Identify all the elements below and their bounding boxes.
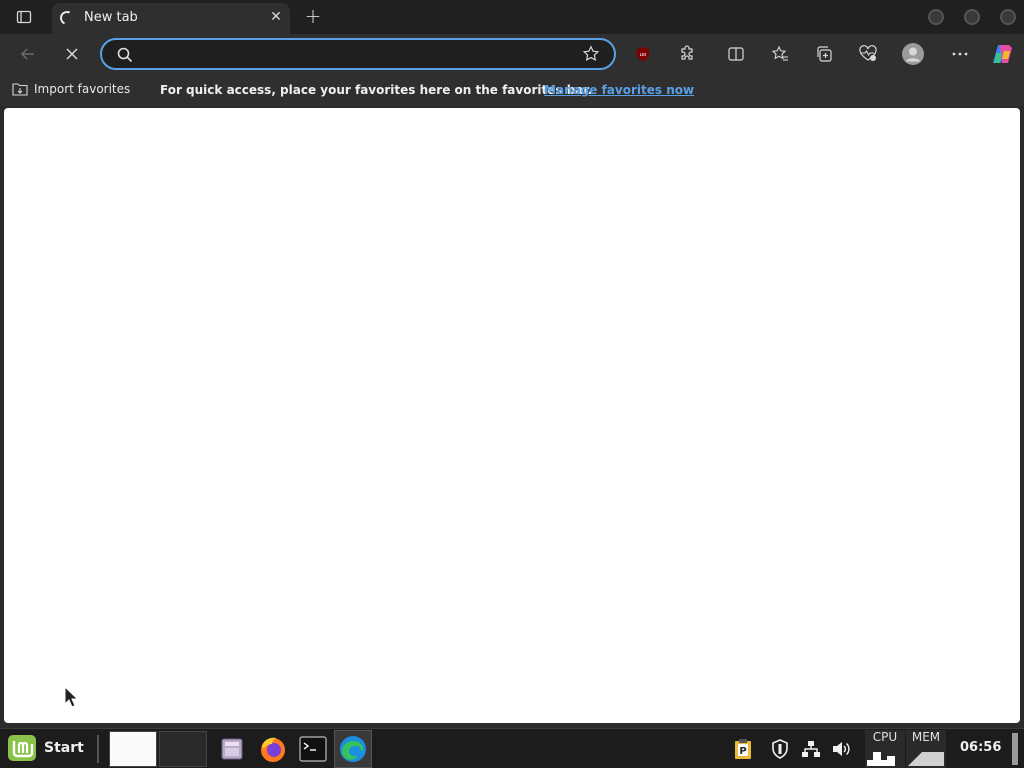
show-desktop-button[interactable] — [1012, 733, 1018, 765]
maximize-button[interactable] — [964, 9, 980, 25]
stop-loading-button[interactable] — [58, 40, 86, 68]
favorites-bar-message: For quick access, place your favorites h… — [160, 83, 593, 97]
taskbar: Start P CPU MEM 06:56 — [0, 728, 1024, 768]
cpu-label: CPU — [872, 730, 898, 744]
cpu-monitor[interactable]: CPU — [865, 730, 905, 768]
shield-icon — [772, 739, 788, 759]
favorites-bar: Import favorites For quick access, place… — [0, 74, 1024, 106]
svg-text:P: P — [739, 746, 746, 757]
puzzle-icon — [681, 45, 693, 60]
network-tray-button[interactable] — [800, 738, 822, 760]
clipboard-tray-button[interactable]: P — [732, 738, 754, 760]
workspace-2-preview[interactable] — [159, 731, 207, 767]
back-arrow-icon — [20, 48, 34, 60]
split-screen-button[interactable] — [722, 40, 750, 68]
workspace-1-preview[interactable] — [109, 731, 157, 767]
close-window-button[interactable] — [1000, 9, 1016, 25]
ublock-extension-button[interactable]: uo — [629, 40, 657, 68]
ublock-shield-icon: uo — [637, 47, 649, 61]
start-label: Start — [44, 740, 84, 756]
avatar-icon — [902, 43, 924, 65]
tab-actions-icon — [16, 10, 32, 24]
favorites-star-list-icon — [771, 45, 788, 61]
browser-essentials-button[interactable] — [854, 40, 882, 68]
manage-favorites-link[interactable]: Manage favorites now — [544, 83, 694, 97]
firefox-icon — [261, 737, 285, 762]
toolbar: uo — [0, 34, 1024, 74]
address-input[interactable] — [142, 44, 562, 64]
taskbar-separator — [97, 735, 99, 763]
volume-tray-button[interactable] — [830, 738, 852, 760]
mem-label: MEM — [911, 730, 941, 744]
add-favorite-star-icon[interactable] — [582, 45, 600, 63]
cpu-graph-icon — [867, 752, 895, 766]
start-button[interactable]: Start — [6, 733, 84, 763]
clock[interactable]: 06:56 — [960, 740, 1001, 755]
shield-tray-button[interactable] — [769, 738, 791, 760]
browser-window: New tab ✕ + uo Import favorites For quic… — [0, 0, 1024, 728]
page-content[interactable] — [4, 108, 1020, 723]
minimize-button[interactable] — [928, 9, 944, 25]
favorites-button[interactable] — [766, 40, 794, 68]
search-icon — [117, 47, 133, 63]
mint-logo-icon — [8, 735, 36, 761]
tab-actions-button[interactable] — [8, 5, 40, 29]
edge-launcher[interactable] — [334, 730, 372, 768]
split-screen-icon — [728, 47, 744, 61]
firefox-launcher[interactable] — [257, 733, 289, 765]
svg-text:uo: uo — [640, 52, 647, 58]
tab-new-tab[interactable]: New tab ✕ — [52, 3, 290, 34]
copilot-icon — [993, 45, 1012, 63]
edge-icon — [340, 736, 366, 762]
address-bar[interactable] — [100, 38, 616, 70]
terminal-icon — [299, 736, 327, 762]
mem-graph-icon — [908, 752, 944, 766]
tab-title: New tab — [84, 10, 138, 25]
stop-icon — [66, 48, 78, 60]
file-manager-icon — [221, 738, 243, 760]
more-dots-icon — [952, 52, 968, 56]
volume-icon — [833, 742, 850, 756]
terminal-launcher[interactable] — [297, 733, 329, 765]
back-button[interactable] — [14, 40, 42, 68]
loading-spinner-icon — [58, 9, 76, 27]
settings-more-button[interactable] — [946, 40, 974, 68]
mouse-cursor-icon — [64, 686, 78, 708]
import-favorites-label: Import favorites — [34, 82, 131, 96]
extensions-button[interactable] — [673, 40, 701, 68]
tab-strip: New tab ✕ + — [0, 0, 1024, 34]
profile-button[interactable] — [899, 40, 927, 68]
import-folder-icon — [12, 83, 28, 96]
copilot-button[interactable] — [988, 40, 1016, 68]
mem-monitor[interactable]: MEM — [906, 730, 946, 768]
heart-pulse-icon — [859, 45, 877, 61]
clipboard-icon: P — [735, 739, 751, 759]
collections-button[interactable] — [810, 40, 838, 68]
collections-icon — [817, 46, 832, 62]
tab-close-icon[interactable]: ✕ — [268, 9, 284, 25]
file-manager-launcher[interactable] — [216, 733, 248, 765]
network-icon — [802, 741, 820, 757]
new-tab-button[interactable]: + — [302, 6, 324, 28]
import-favorites-button[interactable]: Import favorites — [12, 82, 130, 96]
